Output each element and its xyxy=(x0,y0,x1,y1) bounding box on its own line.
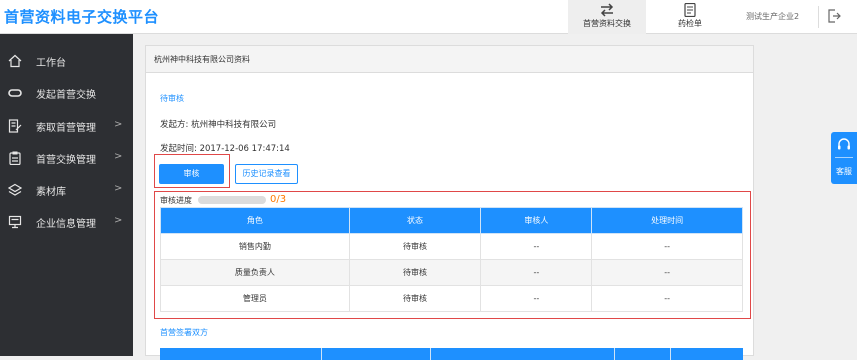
table-row: 质量负责人 待审核 -- -- xyxy=(160,259,743,286)
chevron-right-icon: > xyxy=(114,151,123,162)
table-cell: 销售内勤 xyxy=(160,233,350,260)
chevron-right-icon: > xyxy=(114,119,123,130)
table-cell: -- xyxy=(591,259,743,286)
sidebar-item-materials[interactable]: 素材库 > xyxy=(0,175,133,207)
initiated-time-text: 发起时间: 2017-12-06 17:47:14 xyxy=(160,144,290,154)
table-header-row: 角色 状态 审核人 处理时间 xyxy=(160,207,743,234)
layers-icon xyxy=(8,183,22,196)
progress-count: 0/3 xyxy=(270,194,287,205)
table-cell: -- xyxy=(591,285,743,312)
sidebar-item-label: 素材库 xyxy=(36,187,66,198)
status-title: 待审核 xyxy=(160,94,184,103)
document-icon xyxy=(684,3,696,17)
review-table: 角色 状态 审核人 处理时间 销售内勤 待审核 -- -- 质量负责人 待审核 … xyxy=(160,207,743,312)
table-cell: 待审核 xyxy=(348,285,482,312)
initiator-text: 发起方: 杭州神中科技有限公司 xyxy=(160,120,277,130)
table-row: 管理员 待审核 -- -- xyxy=(160,285,743,312)
column-header: 状态 xyxy=(348,207,482,234)
tab-exchange-label: 首营资料交换 xyxy=(583,19,631,28)
logout-icon[interactable] xyxy=(826,8,842,24)
sidebar-item-request-mgmt[interactable]: 索取首营管理 > xyxy=(0,111,133,143)
customer-service-button[interactable]: 客服 xyxy=(831,132,857,184)
chevron-right-icon: > xyxy=(114,215,123,226)
customer-service-label: 客服 xyxy=(836,167,852,176)
sidebar-item-label: 工作台 xyxy=(36,58,66,69)
panel-title: 杭州神中科技有限公司资料 xyxy=(146,46,753,73)
section-title-signatories: 首营签署双方 xyxy=(160,328,208,337)
top-bar: 首营资料电子交换平台 首营资料交换 药检单 测试生产企业2 xyxy=(0,0,857,34)
tab-exchange[interactable]: 首营资料交换 xyxy=(568,0,646,34)
sidebar-item-workbench[interactable]: 工作台 xyxy=(0,46,133,78)
table-cell: -- xyxy=(480,285,593,312)
table-cell: 质量负责人 xyxy=(160,259,350,286)
signatories-table-header xyxy=(160,348,743,360)
exchange-arrows-icon xyxy=(600,3,614,17)
sidebar-item-label: 索取首营管理 xyxy=(36,123,96,134)
table-cell: -- xyxy=(480,259,593,286)
sidebar: 工作台 发起首营交换 索取首营管理 > 首营交换管理 > 素材库 > 企业信息管… xyxy=(0,34,133,356)
progress-label: 审核进度 xyxy=(160,196,192,205)
monitor-icon xyxy=(8,215,22,229)
chevron-right-icon: > xyxy=(114,183,123,194)
sidebar-item-start-exchange[interactable]: 发起首营交换 xyxy=(0,78,133,110)
column-header: 角色 xyxy=(160,207,350,234)
table-cell: 待审核 xyxy=(348,259,482,286)
progress-bar xyxy=(198,196,266,204)
table-cell: -- xyxy=(480,233,593,260)
table-row: 销售内勤 待审核 -- -- xyxy=(160,233,743,260)
tab-inspection-label: 药检单 xyxy=(678,19,702,28)
tab-inspection[interactable]: 药检单 xyxy=(651,0,729,34)
divider xyxy=(835,157,853,158)
company-name[interactable]: 测试生产企业2 xyxy=(746,11,799,22)
history-button[interactable]: 历史记录查看 xyxy=(235,164,298,184)
app-title: 首营资料电子交换平台 xyxy=(4,8,160,26)
sidebar-item-label: 发起首营交换 xyxy=(36,90,96,101)
column-divider xyxy=(321,348,322,360)
column-header: 处理时间 xyxy=(591,207,743,234)
sidebar-item-exchange-mgmt[interactable]: 首营交换管理 > xyxy=(0,143,133,175)
sidebar-item-label: 首营交换管理 xyxy=(36,155,96,166)
link-icon xyxy=(8,89,22,97)
home-icon xyxy=(8,54,22,68)
table-cell: 管理员 xyxy=(160,285,350,312)
table-cell: -- xyxy=(591,233,743,260)
clipboard-icon xyxy=(9,151,21,165)
column-header: 审核人 xyxy=(480,207,593,234)
review-button[interactable]: 审核 xyxy=(159,164,224,184)
column-divider xyxy=(430,348,431,360)
headset-icon xyxy=(838,138,850,150)
main-panel: 杭州神中科技有限公司资料 待审核 发起方: 杭州神中科技有限公司 发起时间: 2… xyxy=(145,45,754,360)
column-divider xyxy=(670,348,671,360)
table-cell: 待审核 xyxy=(348,233,482,260)
edit-doc-icon xyxy=(8,119,22,133)
column-divider xyxy=(614,348,615,360)
divider xyxy=(818,6,819,28)
sidebar-item-company-info[interactable]: 企业信息管理 > xyxy=(0,207,133,239)
sidebar-item-label: 企业信息管理 xyxy=(36,219,96,230)
